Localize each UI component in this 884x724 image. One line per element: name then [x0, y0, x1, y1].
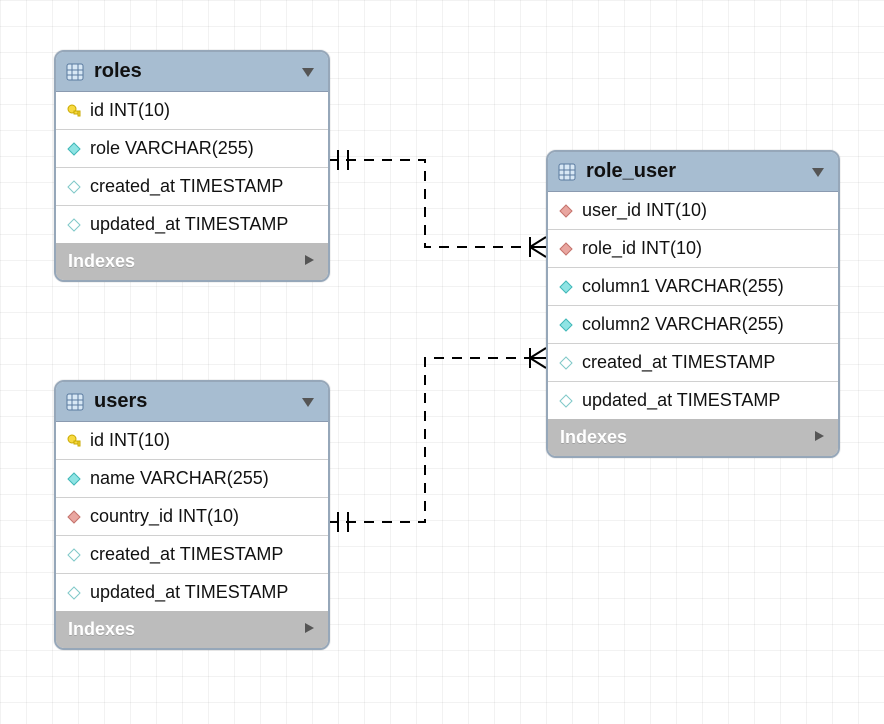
diamond-icon — [558, 279, 574, 295]
indexes-label: Indexes — [68, 251, 302, 272]
collapse-icon[interactable] — [300, 394, 316, 410]
column-row[interactable]: country_id INT(10) — [56, 498, 328, 536]
diamond-icon — [66, 217, 82, 233]
fk-diamond-icon — [558, 241, 574, 257]
expand-icon[interactable] — [812, 427, 826, 448]
table-columns: id INT(10) name VARCHAR(255) country_id IN… — [56, 422, 328, 611]
expand-icon[interactable] — [302, 619, 316, 640]
column-label: role VARCHAR(255) — [90, 138, 254, 159]
column-row[interactable]: updated_at TIMESTAMP — [56, 574, 328, 611]
key-icon — [66, 433, 82, 449]
diamond-icon — [66, 141, 82, 157]
column-label: updated_at TIMESTAMP — [90, 214, 288, 235]
table-roles[interactable]: roles id INT(10) role VARCHAR(255) created… — [54, 50, 330, 282]
column-label: country_id INT(10) — [90, 506, 239, 527]
column-label: created_at TIMESTAMP — [582, 352, 775, 373]
column-row[interactable]: column1 VARCHAR(255) — [548, 268, 838, 306]
column-label: user_id INT(10) — [582, 200, 707, 221]
column-row[interactable]: user_id INT(10) — [548, 192, 838, 230]
column-label: column1 VARCHAR(255) — [582, 276, 784, 297]
fk-diamond-icon — [66, 509, 82, 525]
column-label: column2 VARCHAR(255) — [582, 314, 784, 335]
indexes-section[interactable]: Indexes — [56, 243, 328, 280]
collapse-icon[interactable] — [810, 164, 826, 180]
column-row[interactable]: created_at TIMESTAMP — [548, 344, 838, 382]
column-row[interactable]: role_id INT(10) — [548, 230, 838, 268]
column-label: name VARCHAR(255) — [90, 468, 269, 489]
fk-diamond-icon — [558, 203, 574, 219]
column-row[interactable]: id INT(10) — [56, 422, 328, 460]
column-row[interactable]: id INT(10) — [56, 92, 328, 130]
diamond-icon — [66, 471, 82, 487]
indexes-section[interactable]: Indexes — [548, 419, 838, 456]
table-icon — [558, 163, 576, 181]
diamond-icon — [558, 317, 574, 333]
indexes-label: Indexes — [68, 619, 302, 640]
column-row[interactable]: created_at TIMESTAMP — [56, 168, 328, 206]
column-row[interactable]: role VARCHAR(255) — [56, 130, 328, 168]
column-row[interactable]: created_at TIMESTAMP — [56, 536, 328, 574]
key-icon — [66, 103, 82, 119]
expand-icon[interactable] — [302, 251, 316, 272]
table-icon — [66, 63, 84, 81]
diamond-icon — [558, 355, 574, 371]
table-header-roles[interactable]: roles — [56, 52, 328, 92]
table-columns: user_id INT(10) role_id INT(10) column1 VA… — [548, 192, 838, 419]
column-label: id INT(10) — [90, 430, 170, 451]
table-title: role_user — [586, 160, 810, 183]
diamond-icon — [66, 179, 82, 195]
indexes-label: Indexes — [560, 427, 812, 448]
column-label: created_at TIMESTAMP — [90, 544, 283, 565]
column-label: role_id INT(10) — [582, 238, 702, 259]
table-title: roles — [94, 60, 300, 83]
collapse-icon[interactable] — [300, 64, 316, 80]
column-row[interactable]: updated_at TIMESTAMP — [56, 206, 328, 243]
column-label: id INT(10) — [90, 100, 170, 121]
table-icon — [66, 393, 84, 411]
table-users[interactable]: users id INT(10) name VARCHAR(255) country… — [54, 380, 330, 650]
table-header-role-user[interactable]: role_user — [548, 152, 838, 192]
diamond-icon — [558, 393, 574, 409]
column-label: created_at TIMESTAMP — [90, 176, 283, 197]
table-columns: id INT(10) role VARCHAR(255) created_at TI… — [56, 92, 328, 243]
table-title: users — [94, 390, 300, 413]
column-label: updated_at TIMESTAMP — [582, 390, 780, 411]
diamond-icon — [66, 585, 82, 601]
indexes-section[interactable]: Indexes — [56, 611, 328, 648]
column-row[interactable]: name VARCHAR(255) — [56, 460, 328, 498]
table-role-user[interactable]: role_user user_id INT(10) role_id INT(10)… — [546, 150, 840, 458]
table-header-users[interactable]: users — [56, 382, 328, 422]
column-row[interactable]: column2 VARCHAR(255) — [548, 306, 838, 344]
column-label: updated_at TIMESTAMP — [90, 582, 288, 603]
diamond-icon — [66, 547, 82, 563]
column-row[interactable]: updated_at TIMESTAMP — [548, 382, 838, 419]
